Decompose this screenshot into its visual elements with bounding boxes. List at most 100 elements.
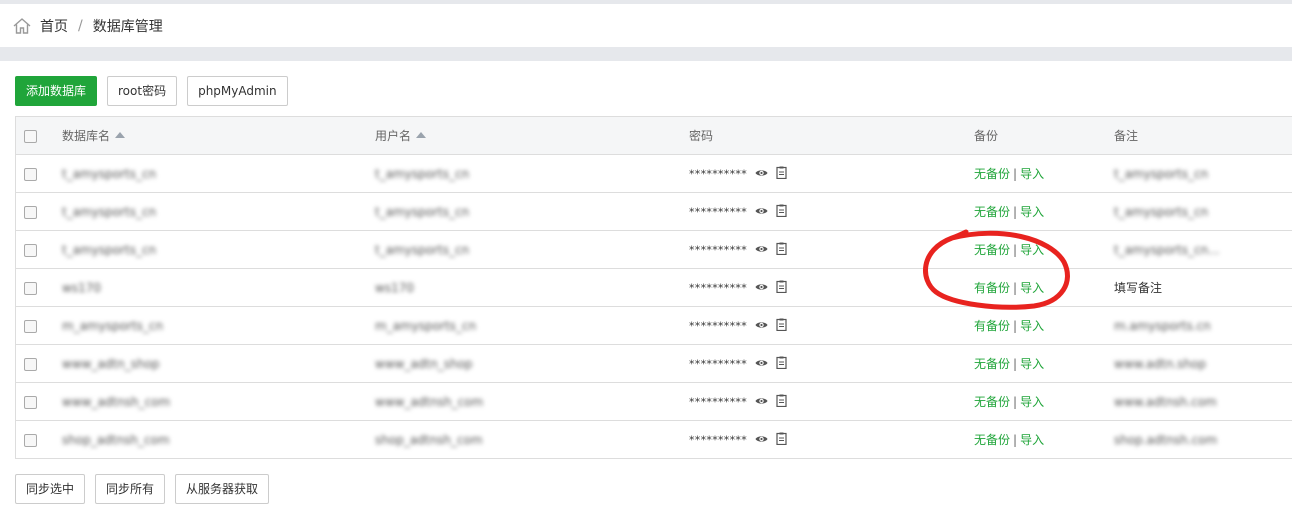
table-row: t_amysports_cn t_amysports_cn ********** 无备…: [16, 154, 1292, 193]
table-row: www_adtn_shop www_adtn_shop ********** 无备份 |…: [16, 344, 1292, 383]
db-username: m_amysports_cn: [375, 318, 477, 333]
import-link[interactable]: 导入: [1020, 395, 1044, 409]
divider: |: [1013, 167, 1018, 181]
db-name: ws170: [62, 280, 101, 295]
row-checkbox[interactable]: [24, 433, 37, 447]
import-link[interactable]: 导入: [1020, 243, 1044, 257]
add-database-button[interactable]: 添加数据库: [15, 76, 98, 106]
copy-icon[interactable]: [776, 204, 787, 220]
phpmyadmin-button[interactable]: phpMyAdmin: [187, 76, 288, 106]
note-field[interactable]: t_amysports_cn: [1114, 167, 1208, 181]
header-backup: 备份: [974, 117, 1114, 155]
copy-icon[interactable]: [776, 394, 787, 410]
note-field[interactable]: t_amysports_cn...: [1114, 243, 1220, 257]
copy-icon[interactable]: [776, 242, 787, 258]
table-header-row: 数据库名 用户名 密码 备份 备注: [16, 117, 1292, 155]
backup-status-link[interactable]: 无备份: [974, 243, 1010, 257]
divider: |: [1013, 433, 1018, 447]
note-field[interactable]: shop.adtnsh.com: [1114, 433, 1217, 447]
note-field[interactable]: 填写备注: [1114, 281, 1162, 295]
db-name: t_amysports_cn: [62, 204, 157, 219]
backup-status-link[interactable]: 有备份: [974, 319, 1010, 333]
backup-status-link[interactable]: 无备份: [974, 433, 1010, 447]
table-row: www_adtnsh_com www_adtnsh_com ********** 无备…: [16, 382, 1292, 421]
db-name: t_amysports_cn: [62, 242, 157, 257]
db-username: shop_adtnsh_com: [375, 432, 483, 447]
db-name: m_amysports_cn: [62, 318, 164, 333]
eye-icon[interactable]: [755, 357, 768, 371]
divider: |: [1013, 357, 1018, 371]
sort-up-icon[interactable]: [416, 131, 427, 138]
divider: |: [1013, 281, 1018, 295]
eye-icon[interactable]: [755, 205, 768, 219]
row-checkbox[interactable]: [24, 243, 37, 257]
password-mask: **********: [689, 243, 747, 256]
breadcrumb-separator: /: [78, 18, 83, 34]
note-field[interactable]: m.amysports.cn: [1114, 319, 1211, 333]
row-checkbox[interactable]: [24, 319, 37, 333]
eye-icon[interactable]: [755, 433, 768, 447]
db-name: shop_adtnsh_com: [62, 432, 170, 447]
note-field[interactable]: t_amysports_cn: [1114, 205, 1208, 219]
row-checkbox[interactable]: [24, 357, 37, 371]
breadcrumb-home[interactable]: 首页: [40, 16, 68, 36]
import-link[interactable]: 导入: [1020, 357, 1044, 371]
fetch-from-server-button[interactable]: 从服务器获取: [175, 474, 270, 504]
divider: |: [1013, 205, 1018, 219]
password-mask: **********: [689, 433, 747, 446]
table-row: ws170 ws170 ********** 有备份 | 导入 填写备注: [16, 268, 1292, 307]
db-name: t_amysports_cn: [62, 166, 157, 181]
db-username: t_amysports_cn: [375, 166, 470, 181]
copy-icon[interactable]: [776, 280, 787, 296]
header-db-name[interactable]: 数据库名: [62, 117, 375, 155]
copy-icon[interactable]: [776, 166, 787, 182]
eye-icon[interactable]: [755, 319, 768, 333]
import-link[interactable]: 导入: [1020, 319, 1044, 333]
password-mask: **********: [689, 167, 747, 180]
copy-icon[interactable]: [776, 318, 787, 334]
db-name: www_adtnsh_com: [62, 394, 171, 409]
note-field[interactable]: www.adtn.shop: [1114, 357, 1206, 371]
eye-icon[interactable]: [755, 243, 768, 257]
eye-icon[interactable]: [755, 167, 768, 181]
header-note: 备注: [1114, 117, 1292, 155]
section-divider: [0, 47, 1292, 61]
sync-all-button[interactable]: 同步所有: [95, 474, 166, 504]
backup-status-link[interactable]: 无备份: [974, 395, 1010, 409]
table-row: t_amysports_cn t_amysports_cn ********** 无备…: [16, 192, 1292, 231]
copy-icon[interactable]: [776, 432, 787, 448]
row-checkbox[interactable]: [24, 205, 37, 219]
backup-status-link[interactable]: 无备份: [974, 357, 1010, 371]
row-checkbox[interactable]: [24, 167, 37, 181]
row-checkbox[interactable]: [24, 395, 37, 409]
header-password: 密码: [689, 117, 974, 155]
backup-status-link[interactable]: 无备份: [974, 205, 1010, 219]
database-table: 数据库名 用户名 密码 备份 备注 t_amysports_cn t_amyspo…: [15, 116, 1292, 459]
row-checkbox[interactable]: [24, 281, 37, 295]
table-row: m_amysports_cn m_amysports_cn ********** 有备…: [16, 306, 1292, 345]
home-icon[interactable]: [12, 16, 32, 36]
password-mask: **********: [689, 205, 747, 218]
sort-up-icon[interactable]: [115, 131, 126, 138]
table-row: shop_adtnsh_com shop_adtnsh_com **********…: [16, 420, 1292, 458]
backup-status-link[interactable]: 无备份: [974, 167, 1010, 181]
import-link[interactable]: 导入: [1020, 433, 1044, 447]
header-username[interactable]: 用户名: [375, 117, 689, 155]
breadcrumb-current: 数据库管理: [92, 19, 163, 35]
import-link[interactable]: 导入: [1020, 167, 1044, 181]
toolbar: 添加数据库 root密码 phpMyAdmin: [15, 76, 288, 106]
select-all-checkbox[interactable]: [24, 129, 37, 143]
import-link[interactable]: 导入: [1020, 281, 1044, 295]
db-username: www_adtnsh_com: [375, 394, 484, 409]
db-username: www_adtn_shop: [375, 356, 473, 371]
db-name: www_adtn_shop: [62, 356, 160, 371]
backup-status-link[interactable]: 有备份: [974, 281, 1010, 295]
import-link[interactable]: 导入: [1020, 205, 1044, 219]
note-field[interactable]: www.adtnsh.com: [1114, 395, 1217, 409]
copy-icon[interactable]: [776, 356, 787, 372]
eye-icon[interactable]: [755, 281, 768, 295]
eye-icon[interactable]: [755, 395, 768, 409]
db-username: t_amysports_cn: [375, 242, 470, 257]
sync-selected-button[interactable]: 同步选中: [15, 474, 86, 504]
root-password-button[interactable]: root密码: [107, 76, 178, 106]
